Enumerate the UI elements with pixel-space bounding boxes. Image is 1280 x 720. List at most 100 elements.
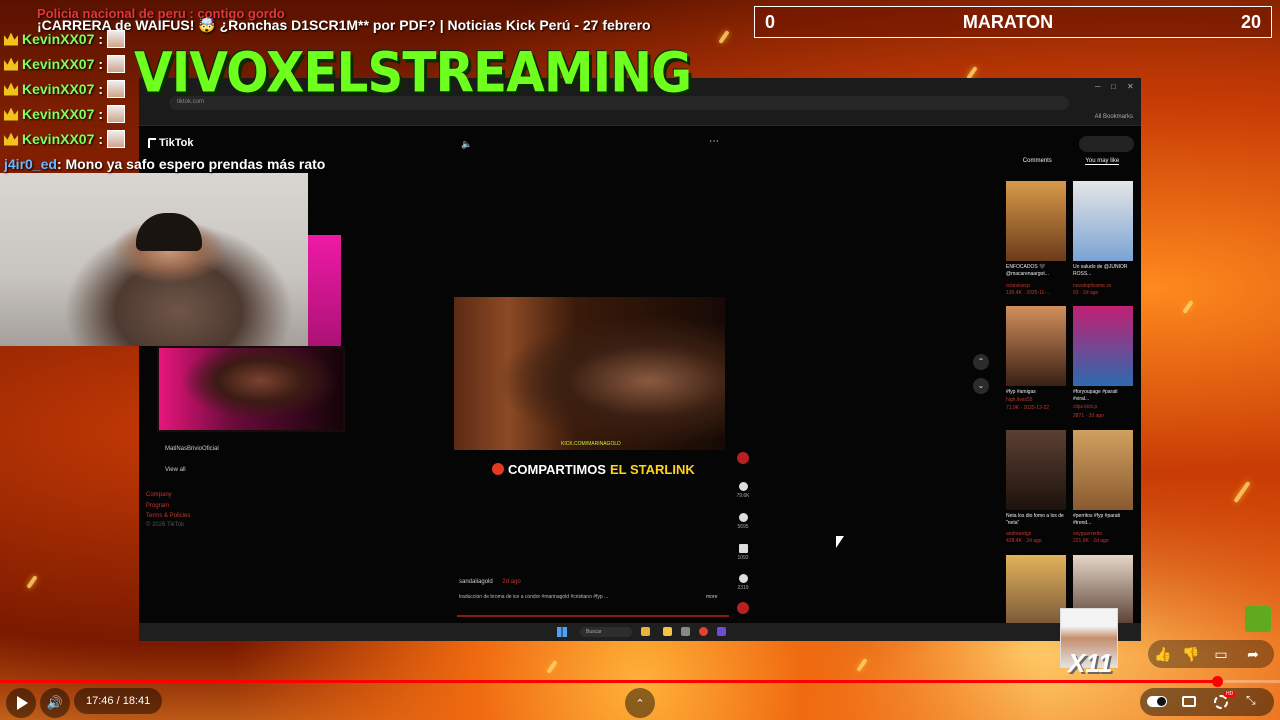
settings-gear-icon[interactable] — [1214, 695, 1228, 709]
chat-username: KevinXX07 — [22, 81, 95, 97]
all-bookmarks[interactable]: All Bookmarks — [1095, 114, 1133, 120]
taskbar: Buscar — [139, 623, 1141, 641]
crown-icon — [4, 82, 18, 96]
file-explorer-icon[interactable] — [663, 627, 672, 636]
right-panel-controls[interactable] — [1079, 136, 1134, 152]
save-button[interactable]: 1092 — [736, 544, 750, 561]
avatar — [107, 30, 126, 48]
thumbnail-user: novaloplicame.zs — [1073, 283, 1112, 289]
thumbnail-meta: 71.9K · 2025-12-22 — [1006, 405, 1050, 411]
video-progress[interactable] — [457, 615, 729, 617]
volume-button[interactable]: 🔊 — [40, 688, 70, 718]
dislike-icon[interactable]: 👎 — [1182, 646, 1199, 662]
volume-icon: 🔊 — [46, 695, 64, 710]
tiktok-logo[interactable]: TikTok — [148, 137, 193, 149]
gift-icon — [1245, 606, 1271, 632]
comment-count: 5695 — [737, 524, 749, 530]
volume-icon[interactable]: 🔈 — [461, 139, 472, 150]
author-avatar-icon — [737, 452, 749, 464]
thumbnail-title: #perritos #fyp #parati #trend... — [1073, 513, 1120, 526]
exit-fullscreen-icon[interactable]: ⤡ — [1246, 693, 1256, 708]
thumbnail[interactable] — [1006, 306, 1066, 386]
taskbar-app-icon[interactable] — [641, 627, 650, 636]
mouse-cursor-icon — [836, 536, 844, 548]
chapters-button[interactable]: ⌃ — [625, 688, 655, 718]
more-link[interactable]: more — [706, 594, 717, 600]
previous-video-button[interactable]: ⌃ — [973, 354, 989, 370]
chat-line: KevinXX07 : — [4, 78, 126, 100]
multiplier-badge: X11 — [1068, 648, 1113, 678]
sound-disc[interactable] — [736, 602, 750, 616]
chat-line: KevinXX07 : — [4, 53, 126, 75]
chat-text: : Mono ya safo espero prendas más rato — [56, 156, 326, 172]
footer-program[interactable]: Program — [146, 503, 169, 509]
channel-name: VIVOXELSTREAMING — [134, 41, 692, 105]
post-description: traduccion de broma de ice a condor #mar… — [459, 594, 609, 600]
comments-icon[interactable]: ▭ — [1213, 646, 1229, 662]
taskbar-search[interactable]: Buscar — [580, 627, 632, 637]
post-author-name: sandaliagold — [459, 579, 493, 585]
score-left: 0 — [765, 11, 776, 32]
webcam-streamer — [0, 173, 308, 346]
more-icon[interactable]: ⋯ — [709, 136, 719, 147]
avatar — [107, 105, 126, 123]
play-button[interactable] — [6, 688, 36, 718]
thumbnail[interactable] — [1073, 181, 1133, 261]
hd-badge: HD — [1224, 691, 1236, 697]
webcam-secondary — [157, 346, 345, 432]
autoplay-toggle[interactable] — [1147, 696, 1167, 707]
thumbnail[interactable] — [1006, 181, 1066, 261]
share-button[interactable]: 2319 — [736, 574, 750, 591]
thumbnail[interactable] — [1073, 430, 1133, 510]
video-player[interactable]: KICK.COM/MARINAGOLD — [454, 297, 725, 450]
like-icon[interactable]: 👍 — [1154, 646, 1171, 662]
music-disc-icon — [737, 602, 749, 614]
sidebar-item-account[interactable]: MatiNasBrivioOficial — [165, 446, 219, 452]
seek-handle[interactable] — [1211, 676, 1223, 687]
post-author[interactable]: sandaliagold 2d ago — [459, 579, 521, 585]
time-display: 17:46 / 18:41 — [74, 688, 163, 714]
chat-separator: : — [98, 56, 104, 72]
chevron-up-icon: ⌃ — [635, 697, 645, 710]
share-count: 2319 — [737, 585, 749, 591]
post-age: 2d ago — [502, 579, 521, 585]
crown-icon — [4, 107, 18, 121]
chat-message: j4ir0_ed : Mono ya safo espero prendas m… — [4, 153, 325, 175]
maximize-icon[interactable]: □ — [1111, 82, 1116, 91]
footer-terms[interactable]: Terms & Policies — [146, 513, 190, 519]
taskbar-app-icon[interactable] — [681, 627, 690, 636]
seek-bar[interactable] — [0, 680, 1280, 683]
thumbnail-meta: 93 · 2d ago — [1073, 290, 1099, 296]
video-watermark: KICK.COM/MARINAGOLD — [561, 441, 621, 447]
thumbnail[interactable] — [1073, 306, 1133, 386]
thumbnail[interactable] — [1006, 430, 1066, 510]
tab-you-may-like[interactable]: You may like — [1085, 158, 1120, 165]
heart-icon — [738, 482, 748, 491]
comment-button[interactable]: 5695 — [736, 513, 750, 530]
avatar — [107, 55, 126, 73]
share-icon — [738, 574, 748, 583]
windows-start-icon[interactable] — [557, 627, 567, 637]
chat-username: KevinXX07 — [22, 131, 95, 147]
footer-copyright: © 2026 TikTok — [146, 522, 185, 528]
emoji-icon — [492, 463, 504, 475]
close-icon[interactable]: ✕ — [1127, 82, 1134, 91]
minimize-icon[interactable]: ─ — [1095, 82, 1101, 91]
next-video-button[interactable]: ⌄ — [973, 378, 989, 394]
chrome-icon[interactable] — [699, 627, 708, 636]
share-icon[interactable]: ➦ — [1245, 646, 1261, 662]
seek-bar-played — [0, 680, 1217, 683]
toggle-knob — [1157, 697, 1166, 706]
subtitles-icon[interactable] — [1182, 696, 1196, 707]
thumbnail-user: octavioecp — [1006, 283, 1030, 289]
sidebar-view-all[interactable]: View all — [165, 467, 186, 473]
thumbnail[interactable] — [1006, 555, 1066, 623]
chat-separator: : — [98, 81, 104, 97]
taskbar-app-icon[interactable] — [717, 627, 726, 636]
tab-comments[interactable]: Comments — [1023, 158, 1052, 165]
action-avatar[interactable] — [736, 452, 750, 466]
like-button[interactable]: 79.6K — [736, 482, 750, 499]
footer-company[interactable]: Company — [146, 492, 172, 498]
thumbnail-meta: 221.9K · 2d ago — [1073, 538, 1109, 544]
news-ticker: Policia nacional de peru : contigo gordo… — [37, 6, 651, 34]
